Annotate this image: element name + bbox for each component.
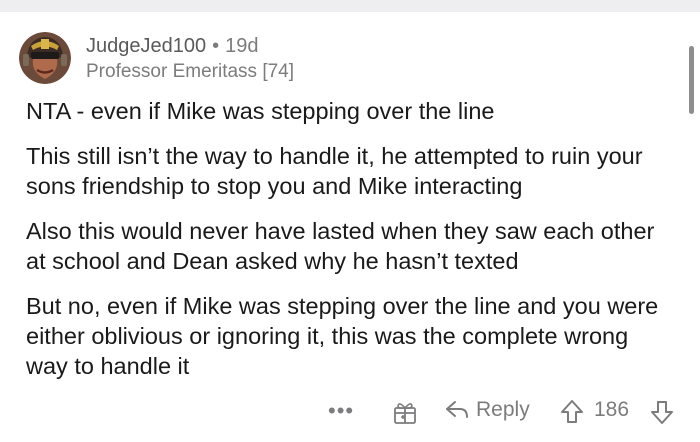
reply-arrow-icon [446, 401, 468, 418]
gift-icon [394, 403, 416, 424]
meta-line: JudgeJed100 • 19d [86, 34, 294, 58]
user-avatar[interactable] [19, 32, 71, 84]
vote-score: 186 [594, 398, 630, 421]
comment-meta: JudgeJed100 • 19d Professor Emeritass [74] [86, 34, 294, 84]
comment-actions: ••• Reply 186 [0, 396, 700, 428]
avatar-image [19, 32, 71, 84]
more-options-button[interactable]: ••• [328, 398, 354, 424]
reply-label: Reply [476, 398, 530, 421]
upvote-button[interactable] [560, 399, 584, 425]
reply-button[interactable]: Reply [444, 398, 530, 422]
meta-separator: • [212, 35, 220, 57]
comment-paragraph: This still isn’t the way to handle it, h… [26, 143, 643, 199]
upvote-arrow-icon [561, 400, 583, 423]
top-divider [0, 0, 700, 12]
comment-paragraph: NTA - even if Mike was stepping over the… [26, 98, 495, 124]
username-link[interactable]: JudgeJed100 [86, 35, 206, 57]
comment-body: NTA - even if Mike was stepping over the… [26, 96, 676, 396]
downvote-button[interactable] [650, 399, 674, 425]
comment-age: 19d [225, 35, 259, 57]
comment-paragraph: But no, even if Mike was stepping over t… [26, 293, 659, 379]
downvote-arrow-icon [651, 401, 673, 424]
scrollbar-thumb[interactable] [689, 46, 694, 114]
comment: JudgeJed100 • 19d Professor Emeritass [74]… [0, 12, 700, 442]
comment-paragraph: Also this would never have lasted when t… [26, 218, 655, 274]
award-button[interactable] [392, 399, 418, 425]
user-flair: Professor Emeritass [74] [86, 61, 295, 82]
